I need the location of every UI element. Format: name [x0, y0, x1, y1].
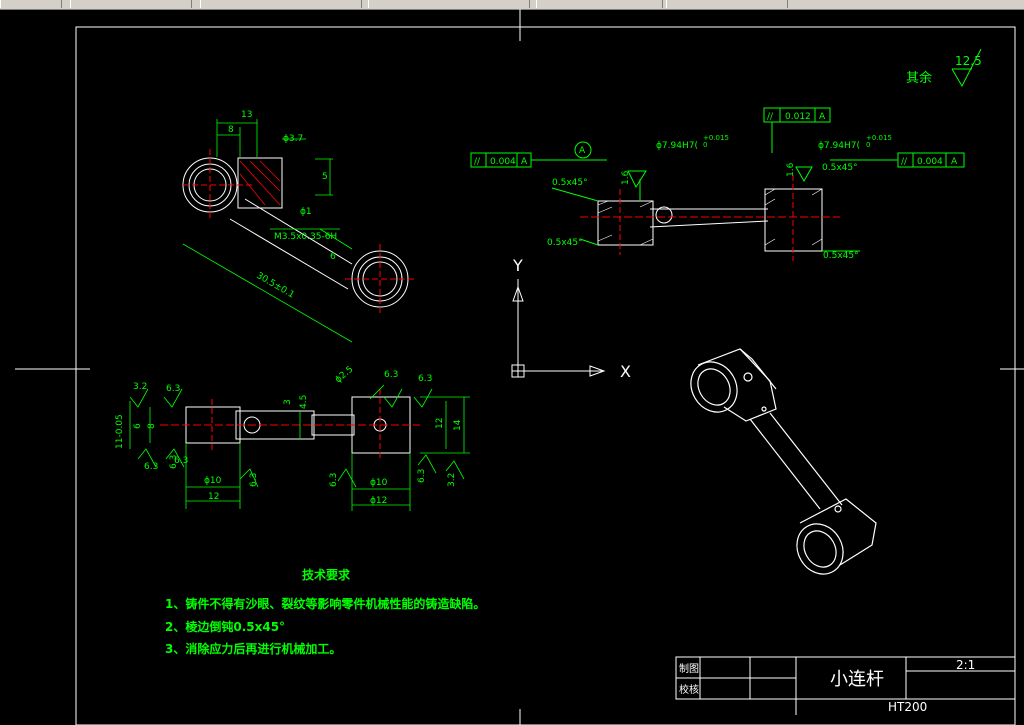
- tech-item: 3、消除应力后再进行机械加工。: [165, 641, 341, 656]
- bore-left: ϕ7.94H7(: [656, 141, 698, 151]
- dim-text: ϕ3.7: [283, 134, 303, 144]
- roughness: 1.6: [621, 170, 631, 185]
- scale: 2:1: [956, 658, 975, 672]
- dim-text: 3.2: [133, 382, 147, 392]
- dim-text: 6.3: [166, 384, 180, 394]
- toolbar-segment[interactable]: [368, 0, 530, 8]
- tol-datum: A: [521, 157, 528, 167]
- isometric-view: [690, 348, 877, 575]
- dim-text: 3.2: [447, 473, 457, 487]
- technical-requirements: 技术要求 1、铸件不得有沙眼、裂纹等影响零件机械性能的铸造缺陷。 2、棱边倒钝0…: [165, 567, 485, 656]
- tol-value: 0.004: [490, 157, 516, 167]
- dim-text: 11-0.05: [115, 414, 125, 449]
- section-view: // 0.004 A // 0.012 A // 0.004 A A ϕ7.94…: [470, 107, 965, 261]
- chamfer: 0.5x45°: [822, 163, 858, 173]
- dim-text: 12: [435, 418, 445, 429]
- centering-marks: [15, 9, 1024, 725]
- dim-text: ϕ12: [370, 496, 387, 506]
- ucs-icon: Y X: [511, 256, 631, 381]
- dim-text: ϕ10: [370, 478, 388, 488]
- dim-text: 4.5: [299, 395, 309, 409]
- dim-text: ϕ10: [204, 476, 222, 486]
- toolbar-segment[interactable]: [666, 0, 788, 8]
- dim-text: 3: [283, 399, 293, 405]
- dim-text: M3.5x0.35-6H: [274, 232, 337, 242]
- material: HT200: [888, 700, 927, 714]
- toolbar-segment[interactable]: [200, 0, 362, 8]
- dim-text: 12: [208, 492, 219, 502]
- dim-text: 6.3: [144, 462, 158, 472]
- toolbar-segment[interactable]: [0, 0, 62, 8]
- dim-text: 6.3: [384, 370, 398, 380]
- dim-text: 6.3: [329, 473, 339, 487]
- tech-item: 2、棱边倒钝0.5x45°: [165, 619, 285, 634]
- tol-value: 0.012: [785, 112, 811, 122]
- roughness-symbol-general: 其余 12.5: [906, 48, 982, 88]
- bore-right: ϕ7.94H7(: [818, 141, 860, 151]
- dim-text: 30.5±0.1: [255, 271, 296, 301]
- tol-datum: A: [819, 112, 826, 122]
- dim-text: 6.3: [249, 473, 259, 487]
- dim-text: 6.3: [418, 374, 432, 384]
- front-view: 3.2 6.3 8 6 11-0.05 6.3 6.3 ϕ10 12 3 4.5…: [115, 365, 470, 511]
- svg-text://: //: [901, 157, 908, 167]
- y-axis-label: Y: [512, 256, 523, 275]
- dim-text: 6.3: [417, 469, 427, 483]
- chamfer: 0.5x45°: [547, 238, 583, 248]
- dim-text: 8: [228, 125, 234, 135]
- cad-drawing-canvas[interactable]: 其余 12.5 13 8 ϕ3.7 5 ϕ1 M3.5x0.35-6H 6 30…: [0, 9, 1024, 725]
- part-name: 小连杆: [830, 669, 884, 690]
- svg-text://: //: [767, 112, 774, 122]
- tol-datum: A: [951, 157, 958, 167]
- svg-text:0: 0: [866, 141, 870, 149]
- roughness: 1.6: [786, 162, 796, 177]
- datum-marker: A: [579, 146, 586, 156]
- x-axis-label: X: [620, 362, 631, 381]
- checked-label: 校核: [679, 683, 699, 696]
- dim-text: 5: [322, 172, 328, 182]
- dim-text: 6: [330, 252, 336, 262]
- tol-value: 0.004: [917, 157, 943, 167]
- drawn-label: 制图: [679, 662, 699, 675]
- tech-title: 技术要求: [302, 567, 351, 582]
- dim-text: 14: [453, 419, 463, 431]
- tol-lower: 0: [703, 141, 707, 149]
- chamfer: 0.5x45°: [552, 178, 588, 188]
- dim-text: 6: [133, 423, 143, 429]
- title-block: 制图 校核 小连杆 2:1 HT200: [675, 656, 1016, 715]
- dim-text: 8: [147, 423, 157, 429]
- toolbar-segment[interactable]: [536, 0, 663, 8]
- roughness-label: 其余: [906, 70, 932, 86]
- top-view: 13 8 ϕ3.7 5 ϕ1 M3.5x0.35-6H 6 30.5±0.1: [182, 110, 415, 343]
- tech-item: 1、铸件不得有沙眼、裂纹等影响零件机械性能的铸造缺陷。: [165, 596, 485, 611]
- svg-text://: //: [474, 157, 481, 167]
- dim-text: 6.3: [169, 455, 179, 469]
- dim-text: 13: [241, 110, 252, 120]
- chamfer: 0.5x45°: [823, 251, 859, 261]
- dim-text: ϕ2.5: [334, 365, 356, 386]
- toolbar-segment[interactable]: [70, 0, 192, 8]
- dim-text: ϕ1: [300, 207, 312, 217]
